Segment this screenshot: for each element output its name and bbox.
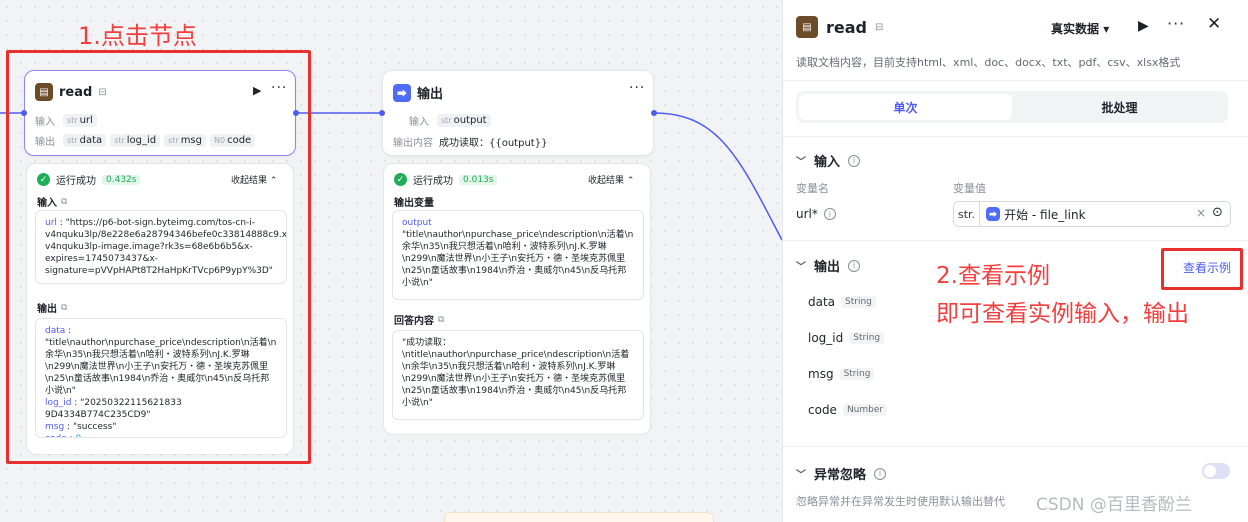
output-node[interactable]: ⮕ 输出 ··· 输入 str output 输出内容 成功读取：{{output… — [382, 70, 654, 156]
collapse-result-button[interactable]: 收起结果 ⌃ — [588, 173, 634, 186]
output-item-log-id: log_id String — [808, 331, 885, 345]
start-node-icon: ⮕ — [986, 207, 1001, 221]
tab-batch[interactable]: 批处理 — [1014, 94, 1225, 120]
col-var-value: 变量值 — [953, 182, 986, 195]
panel-node-icon: ▤ — [796, 16, 818, 38]
answer-box: "成功读取：\ntitle\nauthor\npurchase_price\nd… — [392, 330, 644, 420]
tab-single[interactable]: 单次 — [799, 94, 1012, 120]
output-var-box: output "title\nauthor\npurchase_price\nd… — [392, 210, 644, 300]
url-type: str. — [954, 202, 981, 226]
chevron-down-icon[interactable]: ﹀ — [796, 258, 806, 273]
highlight-box-view-example — [1161, 248, 1243, 290]
info-icon: i — [848, 259, 861, 272]
output-item-data: data String — [808, 295, 876, 309]
plugin-icon: ⊟ — [875, 21, 884, 33]
chevron-down-icon[interactable]: ﹀ — [796, 466, 806, 481]
url-label: url* — [796, 207, 818, 221]
watermark: CSDN @百里香酚兰 — [1036, 495, 1192, 515]
exception-section-title: 异常忽略 — [814, 468, 867, 483]
output-node-title: 输出 — [417, 87, 444, 102]
exception-toggle[interactable] — [1202, 463, 1230, 479]
url-reference: 开始 - file_link — [1004, 207, 1086, 222]
more-icon[interactable]: ··· — [1167, 14, 1185, 33]
output-item-msg: msg String — [808, 367, 875, 381]
output-section-title: 输出 — [814, 260, 841, 275]
copy-icon[interactable]: ⧉ — [438, 315, 444, 325]
output-node-input-port[interactable] — [379, 110, 385, 116]
output-result-panel: ✓ 运行成功 0.013s 收起结果 ⌃ 输出变量 output "title\… — [383, 163, 651, 435]
panel-title: read — [826, 17, 867, 37]
annotation-step2-line1: 2.查看示例 — [936, 263, 1050, 289]
success-icon: ✓ — [394, 173, 407, 186]
input-section-title: 输入 — [814, 155, 841, 170]
annotation-step1: 1.点击节点 — [78, 22, 197, 50]
output-content: 成功读取：{{output}} — [439, 138, 548, 149]
output-node-input-param: str output — [437, 114, 491, 127]
close-icon[interactable]: ✕ — [1207, 14, 1221, 34]
highlight-box-node — [6, 50, 311, 464]
exception-description: 忽略异常并在异常发生时使用默认输出替代 — [796, 495, 1005, 508]
output-item-code: code Number — [808, 403, 888, 417]
annotation-step2-line2: 即可查看实例输入，输出 — [936, 301, 1189, 327]
run-icon[interactable]: ▶ — [1138, 18, 1149, 34]
col-var-name: 变量名 — [796, 182, 829, 195]
target-icon[interactable]: ⊙ — [1212, 205, 1223, 220]
url-value-field[interactable]: str. ⮕ 开始 - file_link × ⊙ — [953, 201, 1231, 227]
info-icon: i — [874, 467, 887, 480]
data-mode-select[interactable]: 真实数据 ▾ — [1051, 20, 1109, 37]
mode-tabs: 单次 批处理 — [796, 91, 1228, 123]
clear-icon[interactable]: × — [1196, 206, 1206, 220]
output-node-icon: ⮕ — [393, 83, 411, 102]
output-node-output-port[interactable] — [651, 110, 657, 116]
more-icon[interactable]: ··· — [629, 80, 645, 96]
info-icon: i — [848, 154, 861, 167]
chevron-down-icon[interactable]: ﹀ — [796, 153, 806, 168]
panel-description: 读取文档内容，目前支持html、xml、doc、docx、txt、pdf、csv… — [796, 56, 1181, 69]
info-icon: i — [823, 208, 836, 220]
partial-node — [444, 512, 714, 522]
